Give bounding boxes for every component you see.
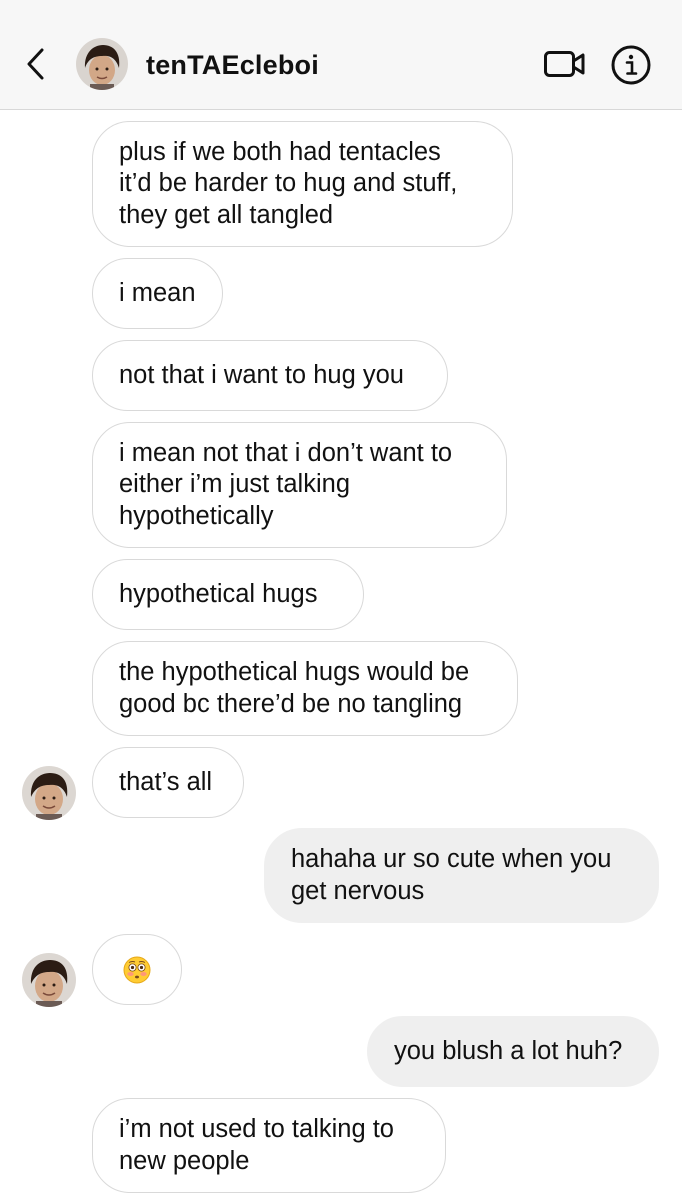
chat-username[interactable]: tenTAEcleboi — [146, 48, 319, 82]
message-text: not that i want to hug you — [119, 360, 404, 389]
chevron-left-icon — [27, 48, 44, 80]
message-thread[interactable]: plus if we both had tentacles it’d be ha… — [0, 111, 682, 1200]
message-bubble-outgoing[interactable]: you blush a lot huh? — [367, 1016, 659, 1087]
message-text: i’m not used to talking to new people — [119, 1115, 394, 1175]
avatar-image — [22, 766, 76, 820]
message-bubble-incoming[interactable]: the hypothetical hugs would be good bc t… — [92, 641, 518, 736]
video-call-button[interactable] — [543, 46, 587, 82]
message-text: i mean not that i don’t want to either i… — [119, 438, 453, 530]
avatar[interactable] — [22, 766, 76, 820]
message-text: hahaha ur so cute when you get nervous — [291, 845, 612, 905]
avatar[interactable] — [76, 38, 128, 90]
chat-header: tenTAEcleboi — [0, 0, 682, 110]
message-bubble-incoming[interactable] — [92, 934, 182, 1005]
message-bubble-incoming[interactable]: i mean — [92, 258, 223, 329]
message-bubble-incoming[interactable]: that’s all — [92, 747, 244, 818]
info-button[interactable] — [610, 44, 652, 86]
message-bubble-outgoing[interactable]: hahaha ur so cute when you get nervous — [264, 828, 659, 923]
message-bubble-incoming[interactable]: plus if we both had tentacles it’d be ha… — [92, 121, 513, 247]
avatar-image — [22, 953, 76, 1007]
message-text: you blush a lot huh? — [394, 1036, 623, 1065]
info-icon — [611, 45, 651, 85]
message-bubble-incoming[interactable]: not that i want to hug you — [92, 340, 448, 411]
message-text: i mean — [119, 278, 196, 307]
message-bubble-incoming[interactable]: hypothetical hugs — [92, 559, 364, 630]
message-text: that’s all — [119, 767, 213, 796]
avatar-image — [76, 38, 128, 90]
back-button[interactable] — [18, 44, 54, 84]
avatar[interactable] — [22, 953, 76, 1007]
video-camera-icon — [544, 51, 585, 77]
message-text: the hypothetical hugs would be good bc t… — [119, 658, 470, 718]
message-text: hypothetical hugs — [119, 579, 318, 608]
message-text: plus if we both had tentacles it’d be ha… — [119, 137, 458, 229]
flushed-face-emoji — [123, 956, 151, 983]
message-bubble-incoming[interactable]: i mean not that i don’t want to either i… — [92, 422, 507, 548]
message-bubble-incoming[interactable]: i’m not used to talking to new people — [92, 1098, 446, 1193]
